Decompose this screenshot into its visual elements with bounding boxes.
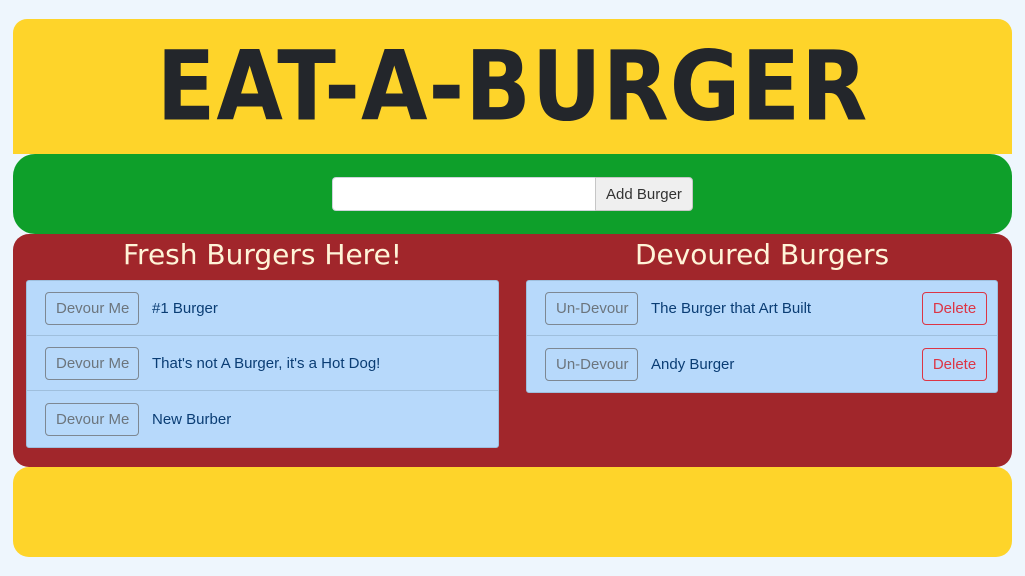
footer-bun (13, 467, 1012, 557)
fresh-burgers-heading: Fresh Burgers Here! (122, 238, 403, 271)
burger-name: New Burber (152, 410, 232, 428)
delete-button[interactable]: Delete (922, 347, 987, 381)
devoured-burgers-heading: Devoured Burgers (634, 238, 890, 271)
app-title: EAT-A-BURGER (156, 30, 869, 143)
burger-name: The Burger that Art Built (651, 299, 812, 317)
delete-button[interactable]: Delete (922, 291, 987, 325)
undevour-button[interactable]: Un-Devour (545, 347, 638, 381)
list-item: Devour Me #1 Burger (27, 281, 498, 336)
devour-button[interactable]: Devour Me (45, 402, 139, 436)
list-item: Devour Me New Burber (27, 391, 498, 447)
add-burger-section: Add Burger (13, 154, 1012, 234)
list-item: Un-Devour Andy Burger Delete (527, 336, 997, 392)
burger-name: #1 Burger (152, 299, 218, 317)
undevour-button[interactable]: Un-Devour (545, 291, 638, 325)
burger-lists-section: Fresh Burgers Here! Devour Me #1 Burger … (13, 234, 1012, 467)
fresh-burgers-column: Fresh Burgers Here! Devour Me #1 Burger … (26, 234, 499, 448)
header-bun: EAT-A-BURGER (13, 19, 1012, 154)
devoured-burgers-column: Devoured Burgers Un-Devour The Burger th… (526, 234, 998, 393)
fresh-burgers-list: Devour Me #1 Burger Devour Me That's not… (26, 280, 499, 448)
list-item: Devour Me That's not A Burger, it's a Ho… (27, 336, 498, 391)
devour-button[interactable]: Devour Me (45, 291, 139, 325)
burger-name-input[interactable] (332, 177, 595, 211)
burger-name: Andy Burger (651, 355, 735, 373)
list-item: Un-Devour The Burger that Art Built Dele… (527, 281, 997, 336)
burger-name: That's not A Burger, it's a Hot Dog! (152, 354, 381, 372)
devour-button[interactable]: Devour Me (45, 346, 139, 380)
devoured-burgers-list: Un-Devour The Burger that Art Built Dele… (526, 280, 998, 393)
add-burger-button[interactable]: Add Burger (595, 177, 693, 211)
add-burger-form: Add Burger (332, 177, 693, 211)
